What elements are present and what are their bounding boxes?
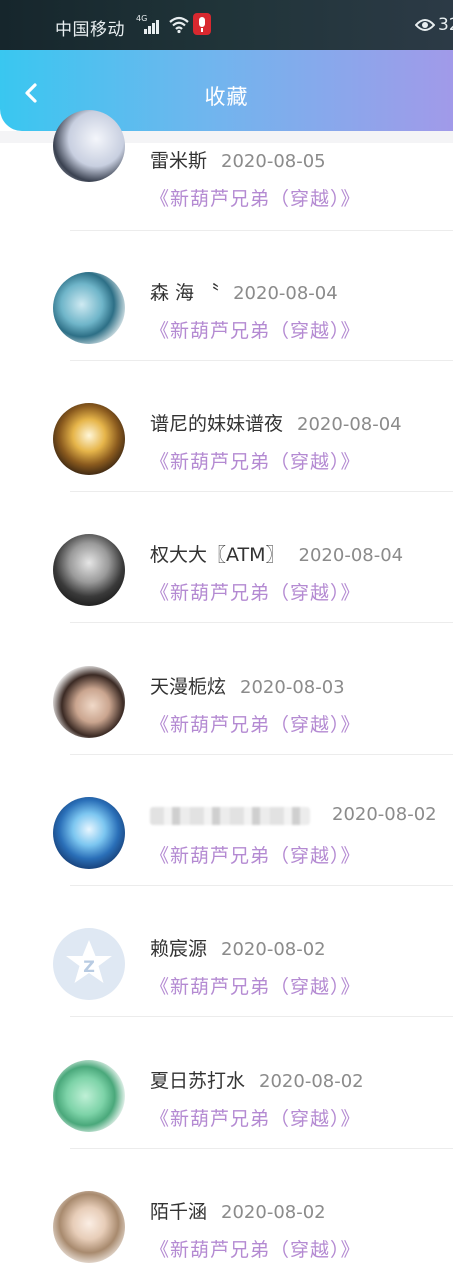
book-title-link[interactable]: 《新葫芦兄弟（穿越）》 <box>150 710 361 737</box>
carrier-name: 中国移动 <box>55 20 125 40</box>
book-title-link[interactable]: 《新葫芦兄弟（穿越）》 <box>150 1235 361 1262</box>
divider <box>70 622 453 623</box>
favorite-date: 2020-08-03 <box>240 677 345 698</box>
list-item[interactable]: Z 赖宸源 2020-08-02 《新葫芦兄弟（穿越）》 <box>0 886 453 1017</box>
list-item[interactable]: 森 海 〝 2020-08-04 《新葫芦兄弟（穿越）》 <box>0 230 453 361</box>
avatar[interactable] <box>53 110 125 182</box>
avatar[interactable]: Z <box>53 928 125 1000</box>
avatar[interactable] <box>53 1060 125 1132</box>
favorite-date: 2020-08-02 <box>221 939 326 960</box>
avatar[interactable] <box>53 797 125 869</box>
favorite-date: 2020-08-05 <box>221 151 326 172</box>
list-item[interactable]: 夏日苏打水 2020-08-02 《新葫芦兄弟（穿越）》 <box>0 1018 453 1149</box>
wifi-icon <box>169 16 189 34</box>
battery-level: 32 <box>438 15 453 35</box>
user-name[interactable]: 雷米斯 <box>150 150 207 172</box>
favorite-date: 2020-08-02 <box>332 804 437 825</box>
status-bar: 中国移动 4G 32 <box>0 0 453 50</box>
favorite-date: 2020-08-02 <box>221 1202 326 1223</box>
favorite-date: 2020-08-04 <box>298 545 404 566</box>
user-name[interactable]: 陌千涵 <box>150 1201 207 1223</box>
book-title-link[interactable]: 《新葫芦兄弟（穿越）》 <box>150 578 361 605</box>
cellular-signal-icon: 4G <box>136 14 160 34</box>
favorite-date: 2020-08-02 <box>259 1071 364 1092</box>
avatar[interactable] <box>53 534 125 606</box>
list-item[interactable]: 谱尼的妹妹谱夜 2020-08-04 《新葫芦兄弟（穿越）》 <box>0 361 453 492</box>
avatar[interactable] <box>53 1191 125 1263</box>
avatar[interactable] <box>53 666 125 738</box>
list-item[interactable]: 权大大〖ATM〗 2020-08-04 《新葫芦兄弟（穿越）》 <box>0 492 453 623</box>
user-name[interactable]: 谱尼的妹妹谱夜 <box>150 413 283 435</box>
list-item[interactable]: 2020-08-02 《新葫芦兄弟（穿越）》 <box>0 755 453 886</box>
svg-text:Z: Z <box>83 957 95 976</box>
list-item[interactable]: 雷米斯 2020-08-05 《新葫芦兄弟（穿越）》 <box>0 92 453 231</box>
avatar[interactable] <box>53 403 125 475</box>
blurred-user-name <box>150 806 310 825</box>
favorite-date: 2020-08-04 <box>297 414 402 435</box>
default-avatar-icon: Z <box>66 940 112 983</box>
book-title-link[interactable]: 《新葫芦兄弟（穿越）》 <box>150 972 361 999</box>
favorite-date: 2020-08-04 <box>233 283 338 304</box>
list-item[interactable]: 天漫栀炫 2020-08-03 《新葫芦兄弟（穿越）》 <box>0 624 453 755</box>
network-type-badge: 4G <box>136 14 148 23</box>
user-name[interactable]: 权大大〖ATM〗 <box>150 544 285 566</box>
list-item[interactable]: 陌千涵 2020-08-02 《新葫芦兄弟（穿越）》 <box>0 1149 453 1280</box>
book-title-link[interactable]: 《新葫芦兄弟（穿越）》 <box>150 447 361 474</box>
book-title-link[interactable]: 《新葫芦兄弟（穿越）》 <box>150 1104 361 1131</box>
microphone-icon <box>193 13 211 35</box>
avatar[interactable] <box>53 272 125 344</box>
book-title-link[interactable]: 《新葫芦兄弟（穿越）》 <box>150 184 361 211</box>
book-title-link[interactable]: 《新葫芦兄弟（穿越）》 <box>150 316 361 343</box>
eye-icon <box>415 19 435 31</box>
user-name[interactable]: 天漫栀炫 <box>150 676 226 698</box>
user-name[interactable]: 森 海 〝 <box>150 282 219 304</box>
user-name[interactable]: 夏日苏打水 <box>150 1070 245 1092</box>
book-title-link[interactable]: 《新葫芦兄弟（穿越）》 <box>150 841 361 868</box>
user-name[interactable]: 赖宸源 <box>150 938 207 960</box>
divider <box>70 1016 453 1017</box>
